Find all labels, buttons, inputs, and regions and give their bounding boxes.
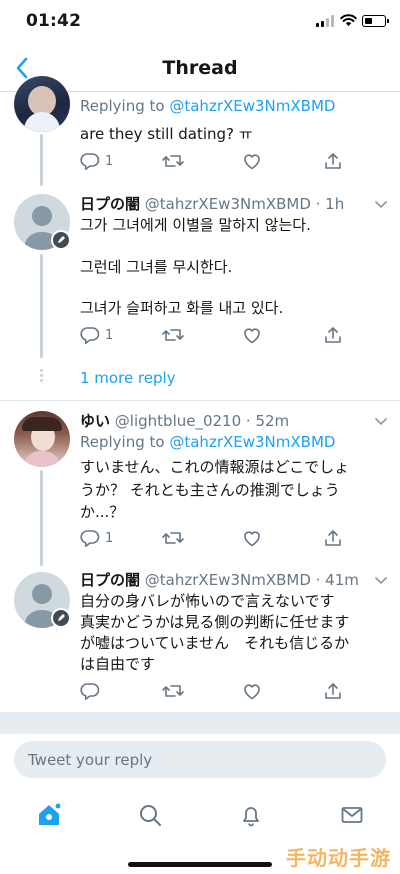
thread-dots-icon bbox=[40, 369, 43, 383]
reply-button[interactable] bbox=[80, 681, 100, 701]
home-indicator bbox=[128, 862, 272, 867]
retweet-icon bbox=[162, 685, 184, 697]
retweet-button[interactable] bbox=[162, 528, 184, 548]
like-button[interactable] bbox=[242, 528, 262, 548]
status-time: 01:42 bbox=[26, 11, 82, 31]
retweet-button[interactable] bbox=[162, 151, 184, 171]
reply-button[interactable]: 1 bbox=[80, 151, 113, 171]
like-button[interactable] bbox=[242, 681, 262, 701]
tweet-text-line: すいません、これの情報源はどこでしょ bbox=[80, 458, 350, 476]
share-button[interactable] bbox=[323, 151, 343, 171]
edit-badge-icon bbox=[51, 608, 71, 628]
share-button[interactable] bbox=[323, 325, 343, 345]
thread-line bbox=[40, 254, 43, 358]
retweet-button[interactable] bbox=[162, 325, 184, 345]
more-replies-link[interactable]: 1 more reply bbox=[80, 369, 176, 387]
tweet-actions: 1 bbox=[80, 528, 350, 550]
retweet-button[interactable] bbox=[162, 681, 184, 701]
reply-icon bbox=[80, 153, 100, 170]
edit-badge-icon bbox=[51, 230, 71, 250]
display-name[interactable]: ゆい bbox=[80, 412, 110, 430]
chevron-down-icon[interactable] bbox=[374, 197, 388, 211]
share-button[interactable] bbox=[323, 528, 343, 548]
tab-bar bbox=[0, 790, 400, 840]
display-name[interactable]: 日プの闇 bbox=[80, 195, 140, 213]
reply-icon bbox=[80, 327, 100, 344]
mention-link[interactable]: @tahzrXEw3NmXBMD bbox=[169, 97, 335, 115]
handle-time: @lightblue_0210 · 52m bbox=[114, 412, 290, 430]
thread-line bbox=[40, 470, 43, 566]
watermark-logo: 手动动手游 bbox=[286, 846, 391, 870]
reply-placeholder: Tweet your reply bbox=[28, 750, 153, 769]
tweet-text-line: 그런데 그녀를 무시한다. bbox=[80, 258, 233, 276]
tweet-text-line: 自分の身バレが怖いので言えないです bbox=[80, 592, 335, 610]
battery-icon bbox=[362, 15, 389, 27]
tweet-actions: 1 bbox=[80, 325, 350, 347]
tweet-text-line: うか？ それとも主さんの推測でしょう bbox=[80, 481, 340, 499]
heart-icon bbox=[244, 154, 260, 170]
thread-line bbox=[40, 134, 43, 186]
like-button[interactable] bbox=[242, 151, 262, 171]
chevron-down-icon[interactable] bbox=[374, 573, 388, 587]
share-icon bbox=[325, 153, 341, 169]
reply-icon bbox=[80, 683, 100, 700]
share-icon bbox=[325, 327, 341, 343]
signal-icon bbox=[316, 15, 334, 27]
tweet-text-line: か...？ bbox=[80, 503, 125, 521]
page-title: Thread bbox=[162, 57, 238, 79]
avatar[interactable] bbox=[14, 411, 70, 467]
heart-icon bbox=[244, 328, 260, 344]
wifi-icon bbox=[340, 14, 357, 26]
tab-messages[interactable] bbox=[337, 800, 367, 830]
replying-to: Replying to @tahzrXEw3NmXBMD bbox=[80, 433, 336, 451]
like-button[interactable] bbox=[242, 325, 262, 345]
handle-time: @tahzrXEw3NmXBMD · 41m bbox=[144, 571, 359, 589]
tweet-text-line: は自由です bbox=[80, 655, 156, 673]
display-name[interactable]: 日プの闇 bbox=[80, 571, 140, 589]
section-separator bbox=[0, 712, 400, 734]
share-icon bbox=[325, 683, 341, 699]
tab-home[interactable] bbox=[34, 800, 64, 830]
tweet-text-line: が嘘はついていません それも信じるか bbox=[80, 634, 350, 652]
status-bar: 01:42 bbox=[0, 0, 400, 44]
tweet-text-line: 真実かどうかは見る側の判断に任せます bbox=[80, 613, 350, 631]
chevron-left-icon bbox=[16, 57, 28, 79]
replying-to: Replying to @tahzrXEw3NmXBMD bbox=[80, 97, 336, 115]
tweet-actions: 1 bbox=[80, 151, 350, 173]
share-button[interactable] bbox=[323, 681, 343, 701]
home-icon bbox=[39, 802, 62, 825]
reply-button[interactable]: 1 bbox=[80, 528, 113, 548]
mention-link[interactable]: @tahzrXEw3NmXBMD bbox=[169, 433, 335, 451]
search-icon bbox=[140, 805, 161, 826]
reply-input[interactable]: Tweet your reply bbox=[14, 741, 386, 778]
tweet-text: are they still dating? ㅠ bbox=[80, 125, 253, 143]
divider bbox=[0, 400, 400, 401]
avatar[interactable] bbox=[14, 76, 70, 132]
heart-icon bbox=[244, 684, 260, 700]
tweet-text-line: 그가 그녀에게 이별을 말하지 않는다. bbox=[80, 216, 311, 234]
tweet-text-line: 그녀가 슬퍼하고 화를 내고 있다. bbox=[80, 299, 284, 317]
retweet-icon bbox=[162, 155, 184, 167]
tweet-header: 日プの闇 @tahzrXEw3NmXBMD · 1h bbox=[80, 193, 344, 214]
notifications-icon bbox=[243, 807, 259, 827]
tweet-header: ゆい @lightblue_0210 · 52m bbox=[80, 410, 289, 431]
tweet-actions bbox=[80, 681, 350, 703]
tab-search[interactable] bbox=[135, 800, 165, 830]
heart-icon bbox=[244, 531, 260, 547]
tweet-header: 日プの闇 @tahzrXEw3NmXBMD · 41m bbox=[80, 569, 359, 590]
reply-button[interactable]: 1 bbox=[80, 325, 113, 345]
chevron-down-icon[interactable] bbox=[374, 414, 388, 428]
retweet-icon bbox=[162, 329, 184, 341]
handle-time: @tahzrXEw3NmXBMD · 1h bbox=[144, 195, 345, 213]
share-icon bbox=[325, 530, 341, 546]
messages-icon bbox=[341, 807, 363, 823]
retweet-icon bbox=[162, 532, 184, 544]
tab-notifications[interactable] bbox=[236, 800, 266, 830]
reply-icon bbox=[80, 530, 100, 547]
